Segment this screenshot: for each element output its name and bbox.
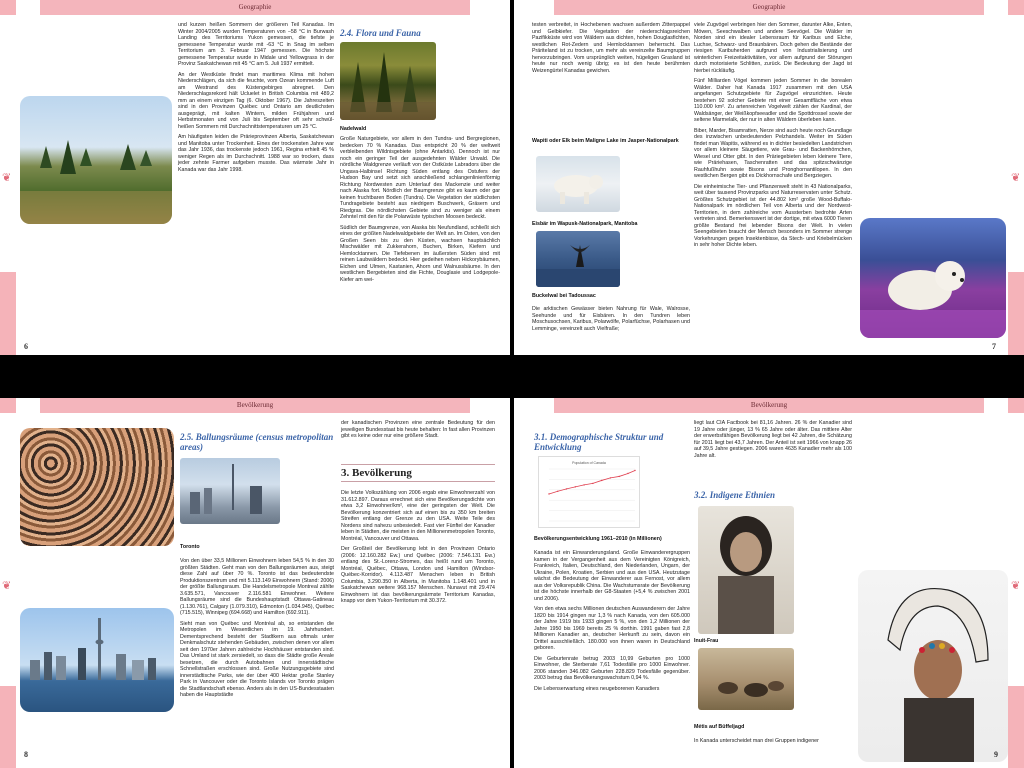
paragraph: Am häufigsten leiden die Prärieprovinzen… [178, 134, 334, 173]
data-point [600, 479, 603, 482]
margin-band [1008, 0, 1024, 15]
data-point [634, 469, 636, 472]
margin-band [1008, 398, 1024, 413]
data-point [618, 475, 620, 478]
paragraph: In Kanada unterscheidet man drei Gruppen… [694, 738, 819, 744]
section-heading: 3.2. Indigene Ethnien [694, 490, 776, 500]
toronto-skyline-photo [20, 608, 174, 712]
running-header: Bevölkerung [554, 398, 984, 413]
paragraph: Kanada ist ein Einwanderungsland. Große … [534, 550, 690, 602]
text-column-1: Von den über 33,5 Millionen Einwohnern l… [180, 558, 334, 703]
maple-leaf-icon: ❦ [1011, 172, 1021, 184]
paragraph: An der Westküste findet man maritimes Kl… [178, 71, 334, 130]
margin-band [1008, 272, 1024, 355]
inuit-woman-photo [698, 506, 794, 634]
paragraph: Sieht man von Québec und Montréal ab, so… [180, 620, 334, 699]
margin-band [0, 686, 16, 768]
chapter-heading: 3. Bevölkerung [341, 464, 495, 482]
running-header: Bevölkerung [40, 398, 470, 413]
image-caption: Buckelwal bei Tadoussac [532, 293, 596, 299]
whale-photo [536, 231, 620, 287]
text-column-2-top: der kanadischen Provinzen eine zentrale … [341, 420, 495, 444]
data-point [583, 484, 585, 486]
population-line [548, 470, 636, 495]
paragraph: Der Großteil der Bevölkerung lebt in den… [341, 546, 495, 604]
paragraph: Biber, Marder, Bisamratten, Nerze sind a… [694, 127, 852, 180]
page-number: 9 [994, 750, 998, 759]
margin-band [0, 272, 16, 355]
text-column-4: viele Zugvögel verbringen hier den Somme… [694, 22, 852, 253]
paragraph: Große Naturgebiete, vor allem in den Tun… [340, 136, 500, 220]
metis-buffalo-hunt-photo [698, 648, 794, 710]
text-column-3: testen verbreitet, in Hochebenen wachsen… [532, 22, 690, 78]
text-column-2: Große Naturgebiete, vor allem in den Tun… [340, 136, 500, 287]
data-point [609, 477, 612, 479]
toronto-photo [180, 458, 280, 524]
paragraph: Die letzte Volkszählung von 2006 ergab e… [341, 490, 495, 542]
paragraph: Südlich der Baumgrenze, von Alaska bis N… [340, 224, 500, 283]
population-chart: Population of Canada [538, 456, 640, 528]
polar-bear-flowers-photo [860, 218, 1006, 338]
page-9: Bevölkerung ❦ 3.1. Demographische Strukt… [514, 398, 1024, 768]
forest-photo [340, 42, 436, 120]
paragraph: testen verbreitet, in Hochebenen wachsen… [532, 22, 690, 74]
maple-leaf-icon: ❦ [2, 172, 12, 184]
section-heading: 2.4. Flora und Fauna [340, 28, 421, 38]
text-column-3-bottom: Die arktischen Gewässer bieten Nahrung f… [532, 306, 690, 336]
landscape-photo [20, 96, 172, 224]
page-6: Geographie ❦ und kurzen heißen Sommern d… [0, 0, 510, 355]
section-heading: 2.5. Ballungsräume (census metropolitan … [180, 432, 334, 452]
text-column-3: Kanada ist ein Einwanderungsland. Große … [534, 550, 690, 696]
running-header: Geographie [40, 0, 470, 15]
paragraph: Die Geburtenrate betrug 2003 10,99 Gebur… [534, 655, 690, 682]
chart-svg: Population of Canada [548, 461, 636, 522]
maple-leaf-icon: ❦ [2, 580, 12, 592]
paragraph: Fünf Milliarden Vögel kommen jeden Somme… [694, 78, 852, 123]
crowd-photo [20, 428, 174, 546]
paragraph: Von den etwa sechs Millionen deutschen A… [534, 606, 690, 651]
image-caption: Inuit-Frau [694, 638, 719, 644]
page-number: 8 [24, 750, 28, 759]
section-heading: 3.1. Demographische Struktur und Entwick… [534, 432, 664, 452]
data-point [574, 486, 577, 488]
paragraph: der kanadischen Provinzen eine zentrale … [341, 420, 496, 439]
running-header: Geographie [554, 0, 984, 15]
paragraph: Von den über 33,5 Millionen Einwohnern l… [180, 558, 335, 616]
paragraph: liegt laut CIA Factbook bei 81,16 Jahren… [694, 420, 852, 459]
data-point [627, 472, 629, 475]
data-point [592, 482, 594, 485]
image-caption: Eisbär im Wapusk-Nationalpark, Manitoba [532, 221, 638, 227]
data-point [557, 490, 559, 492]
data-point [548, 493, 550, 495]
text-column-2: Die letzte Volkszählung von 2006 ergab e… [341, 490, 495, 609]
margin-band [1008, 686, 1024, 768]
paragraph: Die Lebenserwartung eines neugeborenen K… [534, 685, 660, 692]
data-point [565, 488, 568, 490]
image-caption: Métis auf Büffeljagd [694, 724, 745, 730]
text-column-4-top: liegt laut CIA Factbook bei 81,16 Jahren… [694, 420, 852, 463]
page-number: 6 [24, 342, 28, 351]
text-column-1: und kurzen heißen Sommern der größeren T… [178, 22, 334, 177]
paragraph: und kurzen heißen Sommern der größeren T… [178, 22, 334, 67]
image-caption: Toronto [180, 544, 200, 550]
paragraph: Die arktischen Gewässer bieten Nahrung f… [532, 306, 690, 332]
page-number: 7 [992, 342, 996, 351]
polar-bear-snow-photo [536, 156, 620, 212]
headdress-portrait-photo [858, 570, 1008, 762]
paragraph: viele Zugvögel verbringen hier den Somme… [694, 22, 852, 74]
margin-band [0, 0, 16, 15]
text-column-4-bottom: In Kanada unterscheidet man drei Gruppen… [694, 738, 852, 749]
maple-leaf-icon: ❦ [1011, 580, 1021, 592]
chart-title: Population of Canada [572, 461, 606, 465]
margin-band [0, 398, 16, 413]
page-8: Bevölkerung ❦ 2.5. Ballungsräume (census… [0, 398, 510, 768]
image-caption: Bevölkerungsentwicklung 1961–2010 (in Mi… [534, 536, 662, 542]
image-caption: Nadelwald [340, 126, 367, 132]
page-7: Geographie ❦ testen verbreitet, in Hoche… [514, 0, 1024, 355]
image-caption: Wapiti oder Elk beim Maligne Lake im Jas… [532, 138, 679, 144]
trees-graphic [20, 140, 172, 224]
paragraph: Die einheimische Tier- und Pflanzenwelt … [694, 183, 852, 249]
